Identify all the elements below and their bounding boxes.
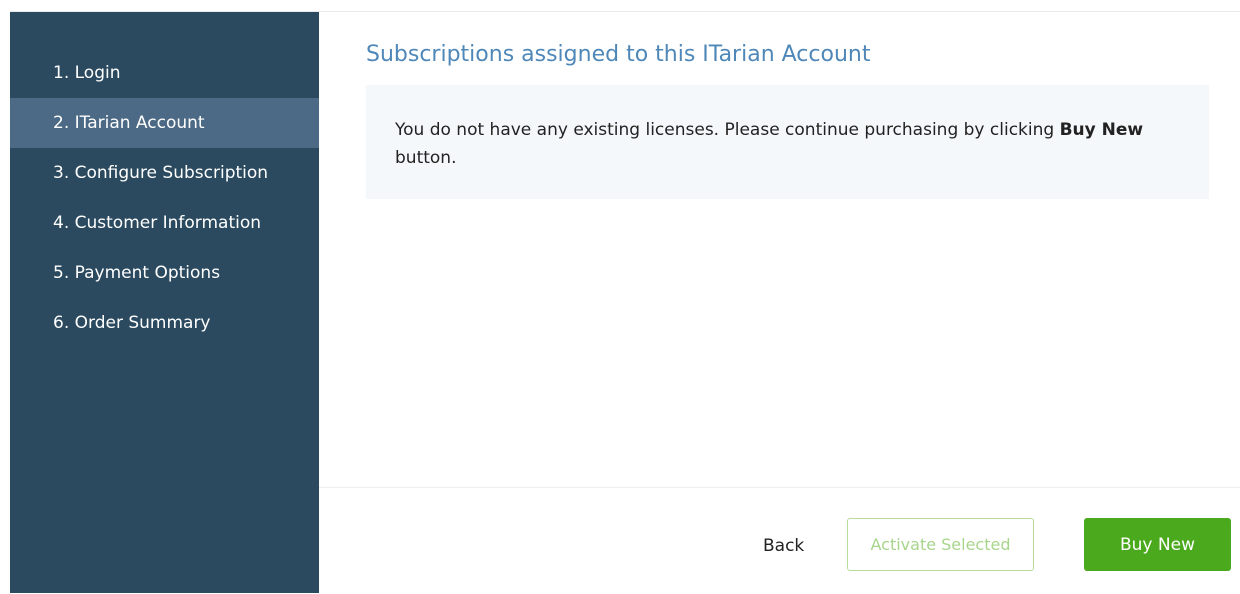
no-licenses-notice: You do not have any existing licenses. P… xyxy=(366,85,1209,199)
back-button[interactable]: Back xyxy=(763,536,804,556)
notice-text-after: button. xyxy=(395,148,457,168)
step-payment-options[interactable]: 5. Payment Options xyxy=(10,248,319,298)
notice-text-before: You do not have any existing licenses. P… xyxy=(395,120,1060,140)
main-content: Subscriptions assigned to this ITarian A… xyxy=(319,12,1240,593)
step-order-summary[interactable]: 6. Order Summary xyxy=(10,298,319,348)
activate-selected-button[interactable]: Activate Selected xyxy=(847,518,1034,571)
step-login[interactable]: 1. Login xyxy=(10,48,319,98)
step-itarian-account[interactable]: 2. ITarian Account xyxy=(10,98,319,148)
notice-bold-text: Buy New xyxy=(1059,120,1144,140)
step-customer-information[interactable]: 4. Customer Information xyxy=(10,198,319,248)
wizard-footer: Back Activate Selected Buy New xyxy=(319,487,1240,594)
buy-new-button[interactable]: Buy New xyxy=(1084,518,1231,571)
wizard-sidebar: 1. Login 2. ITarian Account 3. Configure… xyxy=(10,12,319,593)
wizard-panel: 1. Login 2. ITarian Account 3. Configure… xyxy=(10,12,1240,593)
step-configure-subscription[interactable]: 3. Configure Subscription xyxy=(10,148,319,198)
wizard-steps: 1. Login 2. ITarian Account 3. Configure… xyxy=(10,48,319,348)
section-title: Subscriptions assigned to this ITarian A… xyxy=(366,42,871,67)
